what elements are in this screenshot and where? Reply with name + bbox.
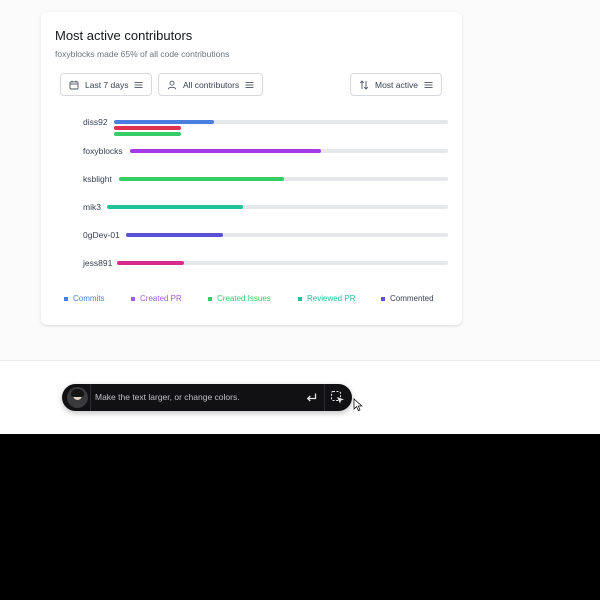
enter-icon[interactable] xyxy=(305,391,318,404)
menu-icon xyxy=(424,81,433,89)
mouse-pointer-icon xyxy=(353,398,363,417)
contributor-name: foxyblocks xyxy=(83,146,123,156)
legend-swatch xyxy=(64,296,68,301)
element-picker-icon[interactable] xyxy=(330,390,346,406)
legend-label: Commits xyxy=(73,294,105,303)
contributors-card: Most active contributors foxyblocks made… xyxy=(41,12,462,325)
avatar[interactable] xyxy=(67,387,88,408)
contributors-filter-label: All contributors xyxy=(183,79,240,90)
contributor-name: diss92 xyxy=(83,117,108,127)
sort-button[interactable]: Most active xyxy=(350,73,442,96)
contributors-filter-button[interactable]: All contributors xyxy=(158,73,264,96)
legend-swatch xyxy=(298,296,302,301)
avatar-hair xyxy=(71,389,84,397)
legend-swatch xyxy=(131,296,135,301)
menu-icon xyxy=(245,81,254,89)
issues-bar xyxy=(114,132,181,136)
legend-item-created-issues: Created Issues xyxy=(208,294,271,303)
contributor-name: 0gDev-01 xyxy=(83,230,120,240)
legend-label: Commented xyxy=(390,294,434,303)
legend-item-created-pr: Created PR xyxy=(131,294,182,303)
date-range-filter-button[interactable]: Last 7 days xyxy=(60,73,153,96)
legend-item-commits: Commits xyxy=(64,294,105,303)
command-input[interactable]: Make the text larger, or change colors. xyxy=(95,392,240,402)
red-bar xyxy=(114,126,181,130)
legend-label: Created PR xyxy=(140,294,182,303)
legend-label: Reviewed PR xyxy=(307,294,356,303)
legend-item-reviewed-pr: Reviewed PR xyxy=(298,294,355,303)
commented-bar xyxy=(126,233,223,237)
date-range-label: Last 7 days xyxy=(85,79,129,90)
legend-swatch xyxy=(381,296,385,301)
command-bar: Make the text larger, or change colors. xyxy=(62,384,352,411)
sort-arrows-icon xyxy=(359,79,369,90)
reviewed-pr-bar xyxy=(107,205,243,209)
sort-label: Most active xyxy=(375,79,418,90)
pink-bar xyxy=(117,261,184,265)
command-bar-divider xyxy=(324,384,325,411)
menu-icon xyxy=(134,81,143,89)
legend-label: Created Issues xyxy=(217,294,271,303)
command-bar-divider xyxy=(90,384,91,411)
card-title: Most active contributors xyxy=(55,28,193,43)
contributor-name: jess891 xyxy=(83,258,113,268)
contributor-name: ksblight xyxy=(83,174,112,184)
created-pr-bar xyxy=(130,149,321,153)
calendar-icon xyxy=(69,80,79,90)
legend-item-commented: Commented xyxy=(381,294,434,303)
legend-swatch xyxy=(208,296,212,301)
contributor-name: mik3 xyxy=(83,202,101,212)
user-icon xyxy=(167,80,177,90)
commits-bar xyxy=(114,120,214,124)
card-subtitle: foxyblocks made 65% of all code contribu… xyxy=(55,49,230,59)
created-issues-bar xyxy=(119,177,284,181)
